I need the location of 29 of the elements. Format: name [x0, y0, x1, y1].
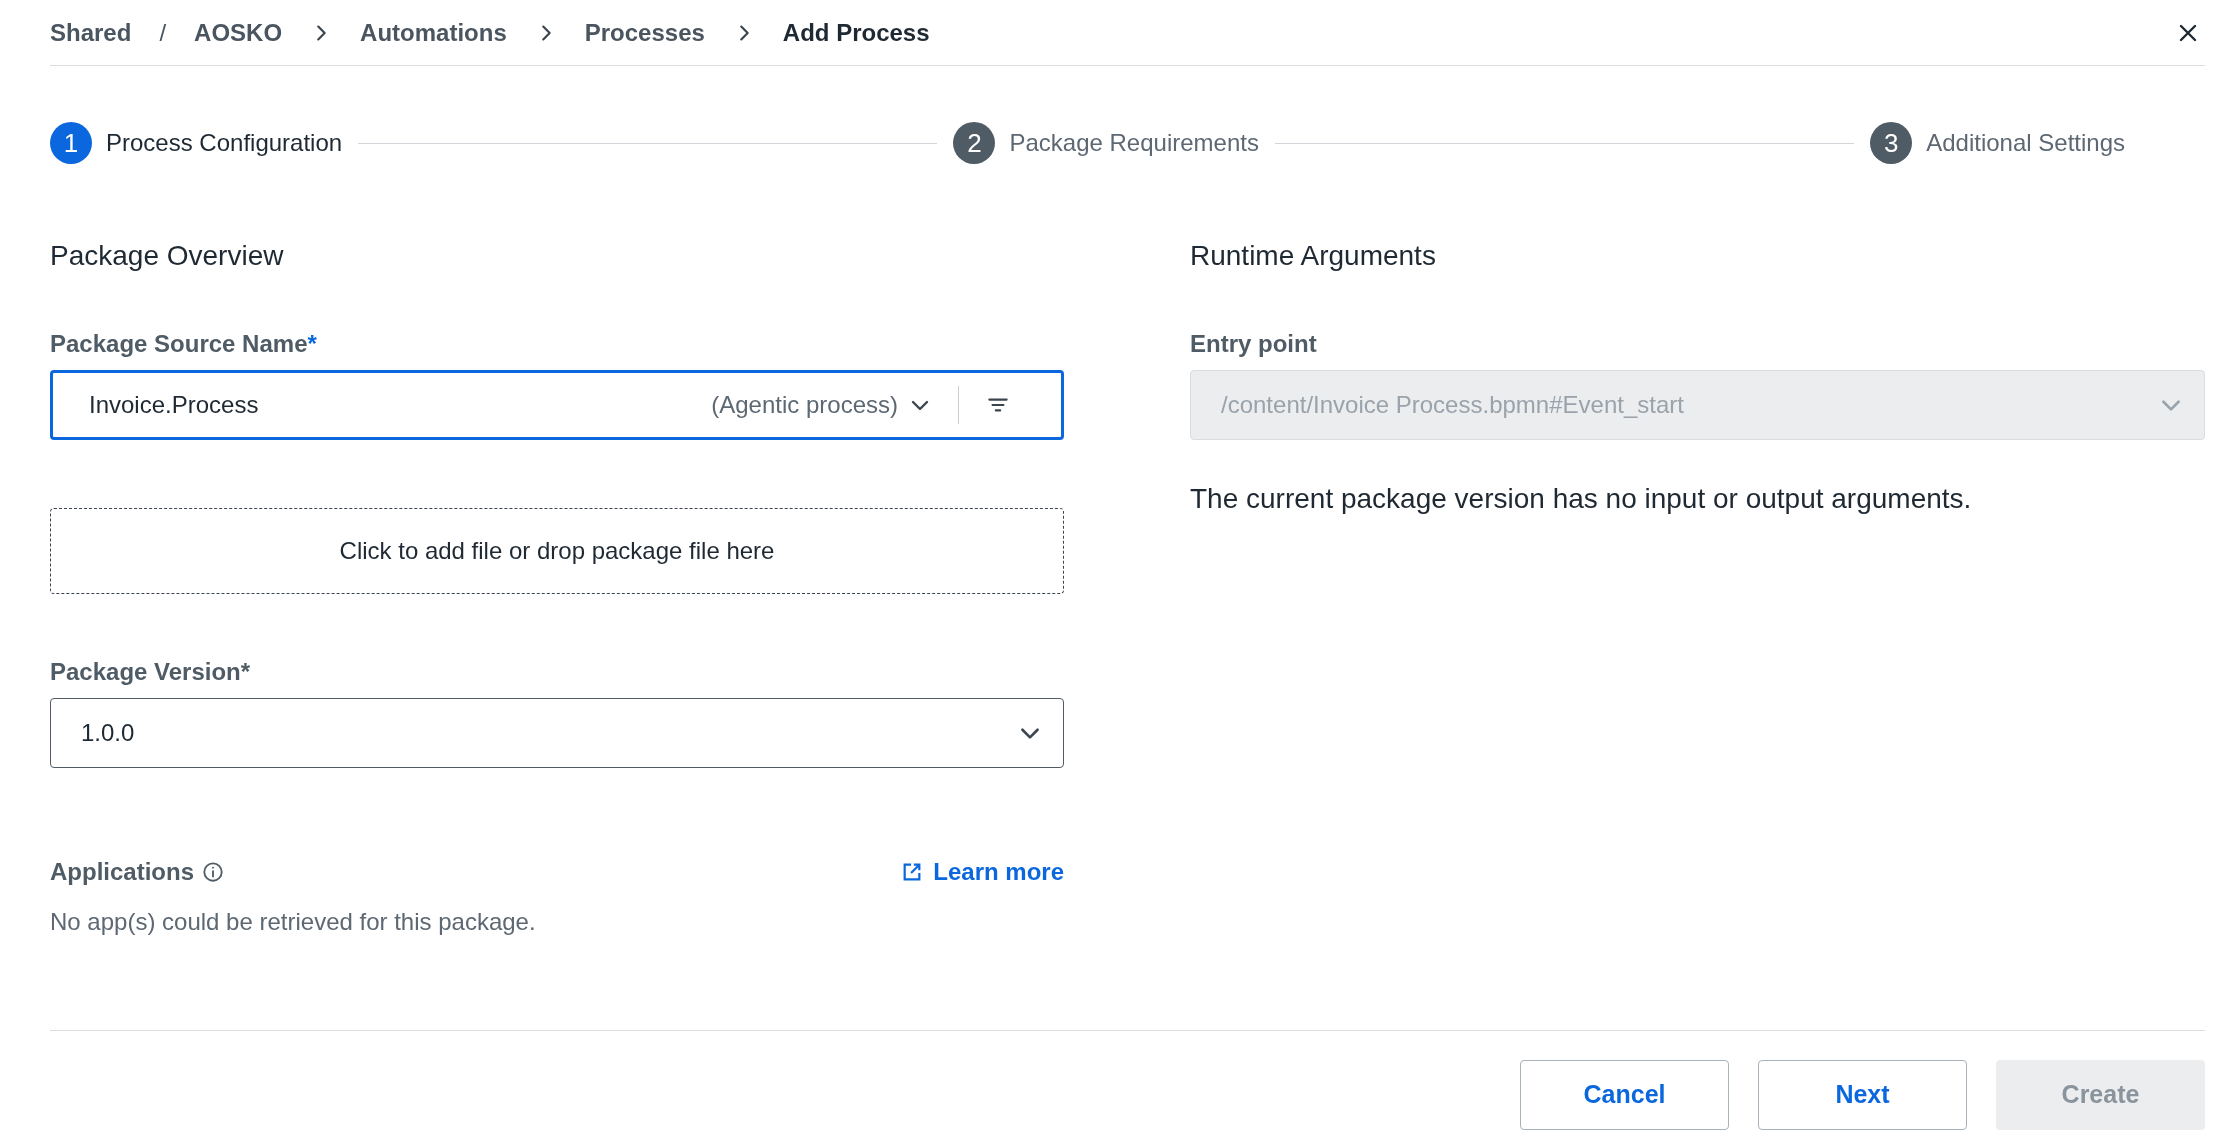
step-number: 1: [50, 122, 92, 164]
field-label: Package Version*: [50, 657, 252, 687]
footer-button[interactable]: Next: [1758, 1060, 1967, 1130]
field-label: Entry point: [1190, 329, 1318, 359]
section-title: Runtime Arguments: [1190, 239, 1437, 273]
type-hint: (Agentic process): [711, 390, 898, 420]
learn-more-link[interactable]: Learn more: [901, 854, 1064, 890]
step-label[interactable]: Process Configuration: [106, 125, 343, 161]
package-source-field[interactable]: Invoice.Process (Agentic process): [50, 370, 1064, 440]
breadcrumb-separator: /: [159, 17, 167, 48]
section-title: Package Overview: [50, 239, 285, 273]
arguments-message: The current package version has no input or output arguments.: [1190, 482, 1973, 516]
section-label: Applications: [50, 857, 194, 887]
breadcrumb-current: Add Process: [782, 17, 930, 48]
step-number: 3: [1870, 122, 1913, 164]
step-label[interactable]: Additional Settings: [1926, 125, 2125, 161]
breadcrumb-link[interactable]: AOSKO: [194, 14, 283, 51]
applications-message: No app(s) could be retrieved for this package.: [50, 907, 537, 937]
breadcrumb-link[interactable]: Shared: [50, 14, 132, 51]
info-icon[interactable]: [202, 861, 224, 883]
breadcrumb-link[interactable]: Processes: [584, 14, 705, 51]
package-version-dropdown[interactable]: 1.0.0: [50, 698, 1064, 768]
file-drop-zone[interactable]: Click to add file or drop package file here: [50, 508, 1064, 594]
step-number: 2: [953, 122, 996, 164]
field-value: Invoice.Process: [89, 390, 259, 420]
field-label: Package Source Name*: [50, 329, 318, 359]
step-label[interactable]: Package Requirements: [1009, 125, 1259, 161]
breadcrumb-link[interactable]: Automations: [360, 14, 507, 51]
footer-button[interactable]: Cancel: [1520, 1060, 1729, 1130]
